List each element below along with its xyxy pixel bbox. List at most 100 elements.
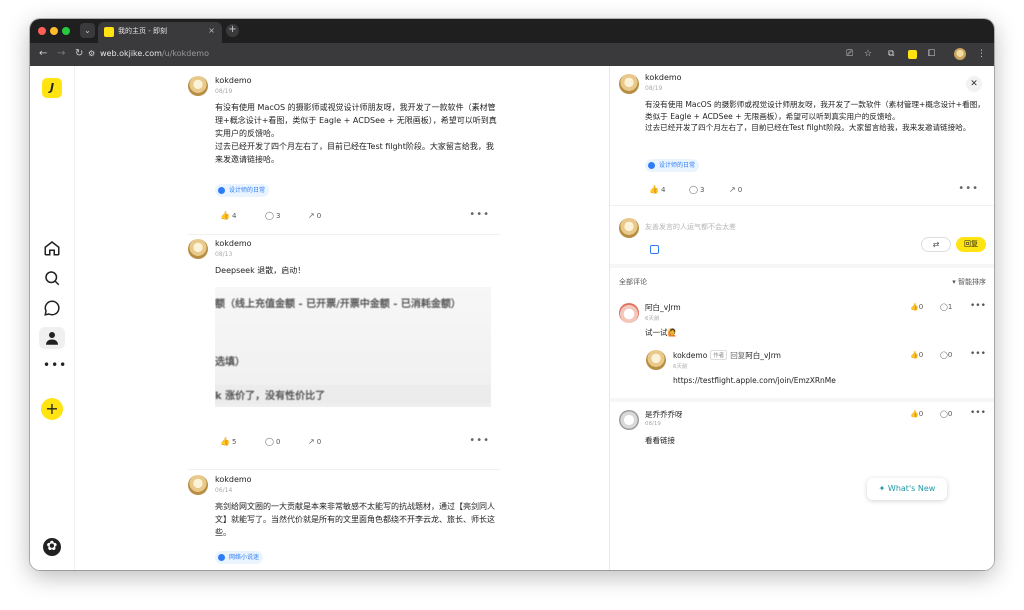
comment-icon: ◯ [265, 437, 274, 446]
comment-link[interactable]: https://testflight.apple.com/join/EmzXRn… [673, 376, 836, 385]
url-host: web.okjike.com [100, 49, 162, 58]
browser-tab[interactable]: 我的主页 - 即刻 × [98, 22, 222, 43]
like-button[interactable]: 👍 4 [649, 185, 665, 194]
home-icon[interactable] [43, 239, 61, 257]
comment-like-button[interactable]: 👍0 [910, 410, 923, 418]
avatar[interactable] [619, 410, 639, 430]
back-icon[interactable]: ← [39, 48, 47, 59]
site-info-icon[interactable]: ⚙ [88, 49, 95, 58]
divider [610, 398, 994, 402]
whats-new-label: What's New [887, 484, 936, 493]
minimize-window-button[interactable] [50, 27, 58, 35]
author-badge: 作者 [710, 350, 728, 360]
share-button[interactable]: ↗ 0 [308, 437, 321, 446]
more-options-icon[interactable]: ••• [970, 408, 986, 418]
url-field[interactable]: web.okjike.com/u/kokdemo [100, 49, 209, 58]
comment-reply-button[interactable]: ◯1 [940, 303, 952, 311]
comment-icon: ◯ [940, 303, 948, 311]
avatar[interactable] [188, 239, 208, 259]
tab-list-icon[interactable]: ⌄ [80, 23, 95, 38]
comment-like-button[interactable]: 👍0 [910, 303, 923, 311]
more-options-icon[interactable]: ••• [469, 435, 490, 446]
post-author[interactable]: kokdemo [215, 475, 252, 484]
share-button[interactable]: ↗ 0 [729, 185, 742, 194]
comment-input[interactable]: 友善发言的人运气都不会太差 [645, 222, 736, 232]
image-upload-icon[interactable] [650, 245, 659, 254]
reply-button[interactable]: 回复 [956, 237, 986, 252]
reply-header: kokdemo 作者 回复阿白_vJrm [673, 350, 781, 361]
share-count: 0 [316, 212, 322, 220]
my-avatar [619, 218, 639, 238]
detail-author[interactable]: kokdemo [645, 73, 682, 82]
tab-close-icon[interactable]: × [208, 26, 215, 35]
plus-icon[interactable]: + [41, 398, 63, 420]
extension-translate-icon[interactable]: ⧉ [888, 49, 894, 59]
close-icon[interactable]: ✕ [966, 76, 982, 92]
more-options-icon[interactable]: ••• [970, 301, 986, 311]
comment-author[interactable]: kokdemo [673, 351, 707, 360]
avatar[interactable] [188, 76, 208, 96]
comment-button[interactable]: ◯ 3 [265, 211, 280, 220]
comment-button[interactable]: ◯ 3 [689, 185, 704, 194]
profile-icon[interactable] [39, 327, 65, 349]
all-comments-label: 全部评论 [619, 278, 647, 286]
avatar[interactable] [619, 303, 639, 323]
extensions-puzzle-icon[interactable]: ⧠ [928, 49, 935, 59]
avatar[interactable] [619, 74, 639, 94]
post-author[interactable]: kokdemo [215, 76, 252, 85]
topic-tag[interactable]: 设计师的日常 [215, 184, 270, 197]
bookmark-star-icon[interactable]: ☆ [864, 49, 872, 59]
reply-count: 1 [947, 303, 953, 311]
like-count: 0 [918, 410, 924, 418]
topic-tag[interactable]: 设计师的日常 [645, 159, 700, 172]
reply-target[interactable]: 阿白_vJrm [745, 351, 781, 360]
sort-label: 智能排序 [958, 278, 986, 286]
close-window-button[interactable] [38, 27, 46, 35]
more-icon[interactable]: ••• [43, 358, 66, 376]
more-options-icon[interactable]: ••• [970, 349, 986, 359]
browser-profile-avatar[interactable] [954, 48, 966, 60]
avatar[interactable] [188, 475, 208, 495]
comment-like-button[interactable]: 👍0 [910, 351, 923, 359]
repost-toggle-button[interactable]: ⇄ [921, 237, 951, 252]
more-options-icon[interactable]: ••• [469, 209, 490, 220]
comment-date: 08/19 [645, 421, 661, 427]
detail-actions: 👍 4 ◯ 3 ↗ 0 ••• [649, 183, 979, 197]
detail-date: 08/19 [645, 85, 663, 92]
feed-post[interactable]: kokdemo 08/13 Deepseek 退散，启动！ 额（线上充值金额 -… [188, 239, 500, 459]
comment-date: 6天前 [673, 364, 688, 370]
browser-menu-icon[interactable]: ⋮ [977, 49, 986, 59]
comment-reply-button[interactable]: ◯0 [940, 410, 952, 418]
reload-icon[interactable]: ↻ [75, 48, 83, 59]
jike-extension-icon[interactable] [908, 50, 917, 59]
share-button[interactable]: ↗ 0 [308, 211, 321, 220]
jike-logo-icon[interactable]: J [42, 78, 62, 98]
like-button[interactable]: 👍 4 [220, 211, 236, 220]
like-icon: 👍 [220, 437, 230, 446]
post-author[interactable]: kokdemo [215, 239, 252, 248]
maximize-window-button[interactable] [62, 27, 70, 35]
message-icon[interactable] [43, 299, 61, 317]
post-date: 06/14 [215, 487, 233, 494]
sort-dropdown[interactable]: ▾ 智能排序 [952, 277, 986, 287]
more-options-icon[interactable]: ••• [958, 183, 979, 194]
comment-button[interactable]: ◯ 0 [265, 437, 280, 446]
comment-author[interactable]: 是乔乔乔呀 [645, 409, 683, 420]
avatar[interactable] [646, 350, 666, 370]
new-tab-button[interactable]: + [226, 24, 239, 37]
sparkle-icon: ✦ [878, 484, 888, 493]
post-date: 08/19 [215, 88, 233, 95]
feed-post[interactable]: kokdemo 08/19 有没有使用 MacOS 的摄影师或视觉设计师朋友呀，… [188, 76, 500, 226]
like-button[interactable]: 👍 5 [220, 437, 236, 446]
search-icon[interactable] [43, 269, 61, 287]
whats-new-button[interactable]: ✦ What's New [867, 478, 947, 500]
topic-tag[interactable]: 网络小说迷 [215, 551, 264, 564]
cast-icon[interactable]: ⎚ [846, 49, 853, 59]
image-text-line: k 涨价了，没有性价比了 [215, 385, 491, 404]
post-image[interactable]: 额（线上充值金额 - 已开票/开票中金额 - 已消耗金额） 选填） k 涨价了，… [215, 287, 491, 407]
forward-icon[interactable]: → [57, 48, 65, 59]
comment-reply-button[interactable]: ◯0 [940, 351, 952, 359]
comment-author[interactable]: 阿白_vJrm [645, 302, 681, 313]
settings-icon[interactable]: ✿ [43, 538, 61, 556]
feed-post[interactable]: kokdemo 06/14 亮剑给网文圈的一大贡献是本来非常敏感不太能写的抗战题… [188, 475, 500, 570]
